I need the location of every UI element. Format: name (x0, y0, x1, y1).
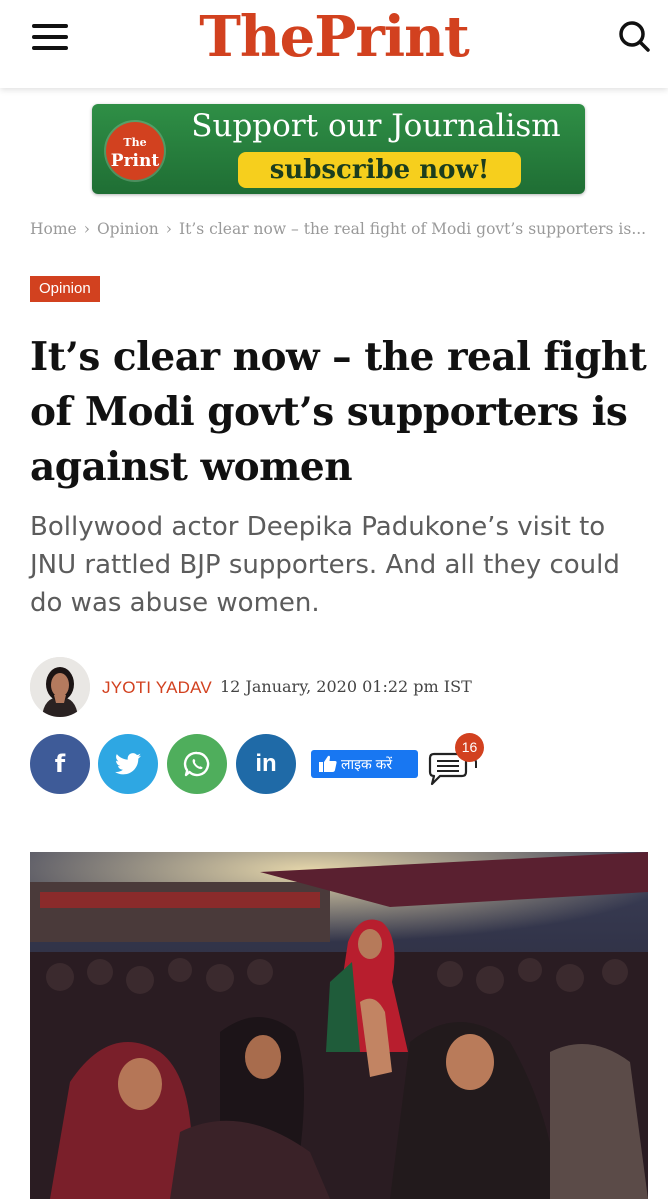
facebook-share-button[interactable]: f (30, 734, 90, 794)
whatsapp-icon (183, 751, 210, 777)
banner-badge-bottom: Print (110, 151, 160, 171)
article-title: It’s clear now – the real fight of Modi … (30, 334, 647, 490)
thumbs-up-icon (319, 755, 337, 772)
like-label: लाइक करें (341, 756, 393, 772)
search-icon[interactable] (616, 18, 652, 54)
breadcrumb-current: It’s clear now – the real fight of Modi … (178, 220, 647, 238)
protest-photo (30, 852, 648, 1199)
facebook-icon: f (54, 750, 66, 778)
article-subtitle: Bollywood actor Deepika Padukone’s visit… (30, 512, 620, 618)
twitter-icon (115, 753, 141, 775)
subscribe-button[interactable]: subscribe now! (238, 152, 521, 188)
banner-logo-badge: The Print (106, 122, 164, 180)
facebook-like-button[interactable]: लाइक करें (311, 750, 418, 778)
banner-badge-top: The (123, 136, 147, 149)
site-header: ThePrint (0, 0, 668, 88)
breadcrumb-separator: › (83, 220, 90, 238)
breadcrumb-separator: › (165, 220, 172, 238)
author-name[interactable]: JYOTI YADAV (102, 678, 212, 698)
publish-date: 12 January, 2020 01:22 pm IST (220, 677, 472, 696)
linkedin-icon: in (255, 750, 277, 777)
site-logo[interactable]: ThePrint (0, 4, 668, 70)
breadcrumb: Home › Opinion › It’s clear now – the real f… (30, 220, 650, 238)
article-lead-image (30, 852, 648, 1199)
comment-count-badge[interactable]: 16 (455, 733, 484, 762)
subscribe-banner[interactable]: The Print Support our Journalism subscri… (92, 104, 585, 194)
author-avatar[interactable] (30, 657, 90, 717)
twitter-share-button[interactable] (98, 734, 158, 794)
banner-headline: Support our Journalism (191, 108, 561, 144)
category-tag[interactable]: Opinion (30, 276, 100, 302)
breadcrumb-opinion[interactable]: Opinion (97, 220, 159, 238)
linkedin-share-button[interactable]: in (236, 734, 296, 794)
whatsapp-share-button[interactable] (167, 734, 227, 794)
breadcrumb-home[interactable]: Home (30, 220, 77, 238)
